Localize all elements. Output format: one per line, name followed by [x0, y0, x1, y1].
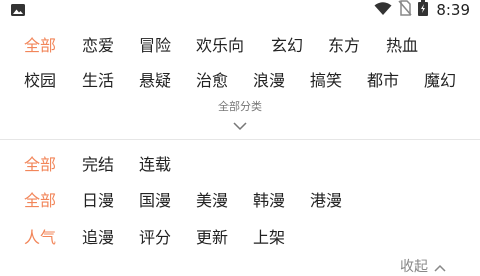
- category-touhou[interactable]: 东方: [328, 32, 360, 60]
- category-life[interactable]: 生活: [82, 67, 114, 95]
- status-filter-row: 全部 完结 连载: [0, 151, 480, 179]
- category-fantasy[interactable]: 玄幻: [271, 32, 303, 60]
- sort-popularity[interactable]: 人气: [24, 224, 56, 252]
- status-filter-ongoing[interactable]: 连载: [139, 151, 171, 179]
- sort-row: 人气 追漫 评分 更新 上架: [0, 224, 480, 252]
- status-filter-all[interactable]: 全部: [24, 151, 56, 179]
- wifi-icon: [374, 1, 392, 20]
- category-funny[interactable]: 搞笑: [310, 67, 342, 95]
- category-magic[interactable]: 魔幻: [424, 67, 456, 95]
- expand-categories-label: 全部分类: [218, 100, 262, 113]
- category-romantic[interactable]: 浪漫: [253, 67, 285, 95]
- region-filter-american[interactable]: 美漫: [196, 187, 228, 215]
- chevron-down-icon: [232, 116, 248, 135]
- region-filter-hongkong[interactable]: 港漫: [310, 187, 342, 215]
- category-comedy-fun[interactable]: 欢乐向: [196, 32, 244, 60]
- category-row-2: 校园 生活 悬疑 治愈 浪漫 搞笑 都市 魔幻: [0, 67, 480, 95]
- divider: [0, 139, 480, 140]
- collapse-label: 收起: [400, 259, 428, 275]
- region-filter-japanese[interactable]: 日漫: [82, 187, 114, 215]
- collapse-button[interactable]: 收起: [400, 256, 446, 276]
- category-all[interactable]: 全部: [24, 32, 56, 60]
- chevron-up-icon: [434, 257, 446, 276]
- category-healing[interactable]: 治愈: [196, 67, 228, 95]
- battery-charging-icon: [418, 0, 429, 20]
- region-filter-all[interactable]: 全部: [24, 187, 56, 215]
- no-sim-icon: [398, 0, 412, 20]
- sort-rating[interactable]: 评分: [139, 224, 171, 252]
- category-adventure[interactable]: 冒险: [139, 32, 171, 60]
- category-mystery[interactable]: 悬疑: [139, 67, 171, 95]
- region-filter-korean[interactable]: 韩漫: [253, 187, 285, 215]
- region-filter-row: 全部 日漫 国漫 美漫 韩漫 港漫: [0, 187, 480, 215]
- category-romance[interactable]: 恋爱: [82, 32, 114, 60]
- sort-new-release[interactable]: 上架: [253, 224, 285, 252]
- category-row-1: 全部 恋爱 冒险 欢乐向 玄幻 东方 热血: [0, 32, 480, 60]
- sort-followed[interactable]: 追漫: [82, 224, 114, 252]
- status-filter-completed[interactable]: 完结: [82, 151, 114, 179]
- category-urban[interactable]: 都市: [367, 67, 399, 95]
- status-time: 8:39: [436, 1, 470, 19]
- category-hot-blood[interactable]: 热血: [386, 32, 418, 60]
- status-bar: 8:39: [0, 0, 480, 20]
- sort-updated[interactable]: 更新: [196, 224, 228, 252]
- expand-categories-button[interactable]: 全部分类: [190, 98, 290, 135]
- image-icon: [10, 2, 26, 18]
- region-filter-chinese[interactable]: 国漫: [139, 187, 171, 215]
- category-campus[interactable]: 校园: [24, 67, 56, 95]
